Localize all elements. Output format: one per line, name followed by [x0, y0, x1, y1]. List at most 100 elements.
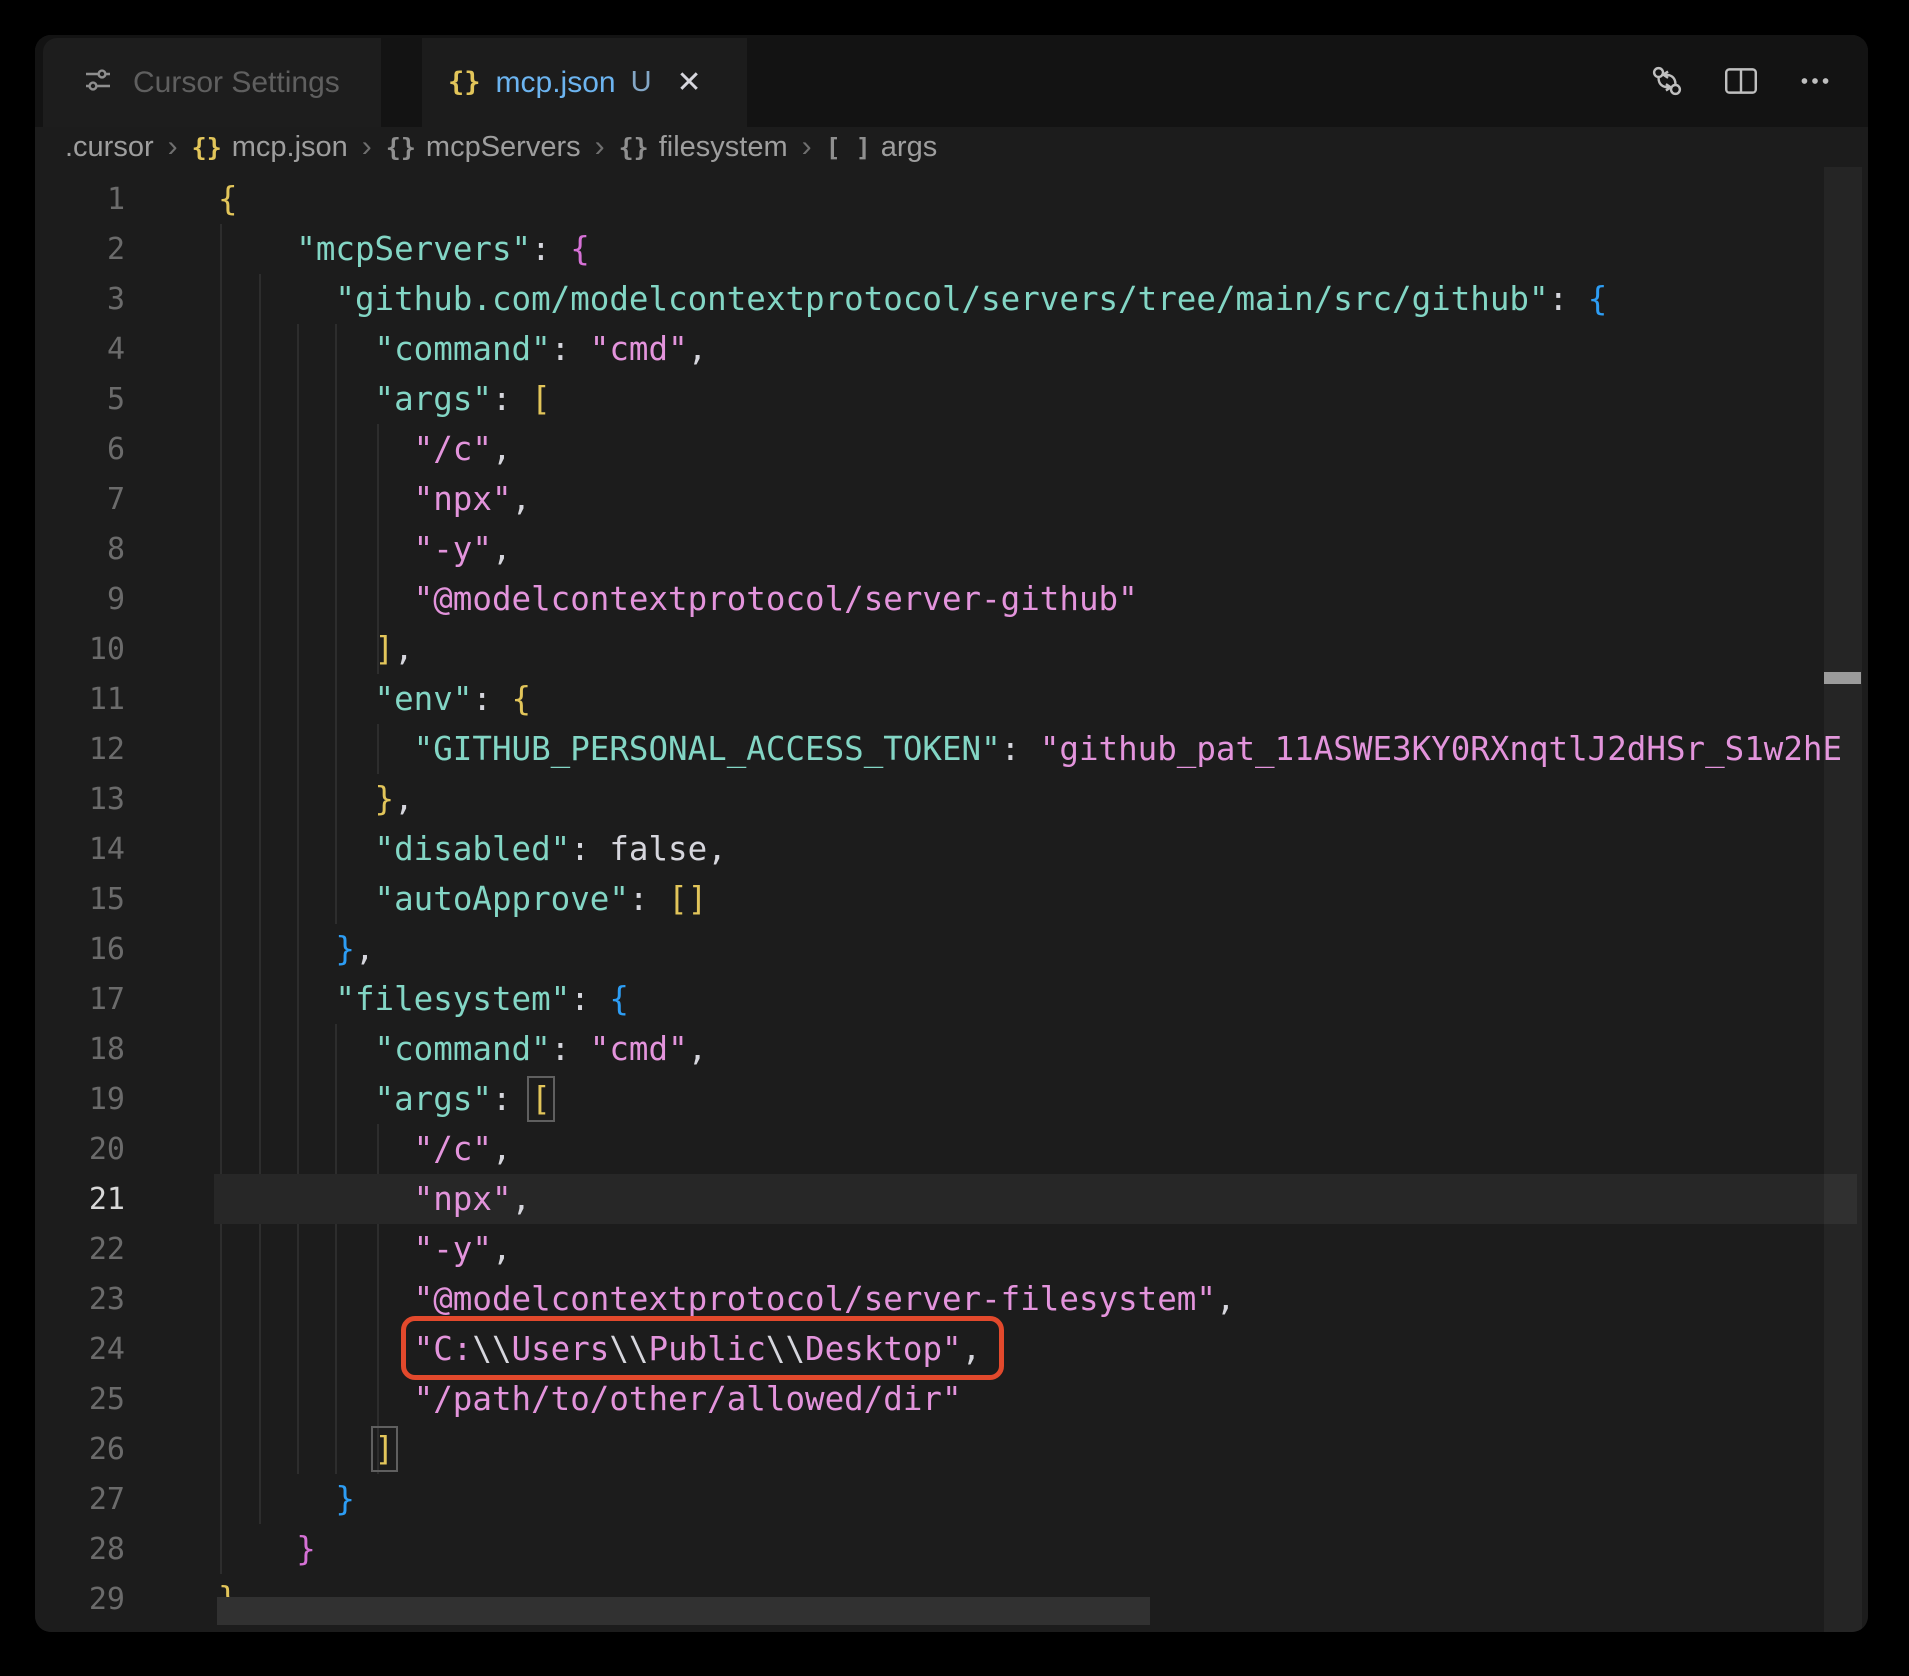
breadcrumb-label: mcp.json — [231, 130, 348, 163]
code-line: 27 } — [35, 1474, 1868, 1524]
line-content[interactable]: "/c", — [218, 430, 512, 468]
bracket-match: [ — [527, 1076, 555, 1122]
tab-bar: Cursor Settings {} mcp.json U ✕ — [35, 35, 1868, 127]
line-content[interactable]: "command": "cmd", — [218, 1030, 708, 1068]
line-content[interactable]: "github.com/modelcontextprotocol/servers… — [218, 280, 1607, 318]
breadcrumb-separator: › — [167, 130, 178, 163]
code-line: 2 "mcpServers": { — [35, 224, 1868, 274]
line-content[interactable]: ], — [218, 630, 414, 668]
breadcrumb-item-mcpServers[interactable]: {} mcpServers — [386, 131, 581, 164]
line-number: 9 — [106, 581, 125, 617]
tab-mcp-json[interactable]: {} mcp.json U ✕ — [422, 38, 747, 127]
breadcrumb-label: filesystem — [658, 130, 788, 163]
line-content[interactable]: "autoApprove": [] — [218, 880, 708, 918]
line-number: 1 — [106, 181, 125, 217]
line-number: 8 — [106, 531, 125, 567]
line-number: 23 — [88, 1281, 125, 1317]
split-editor-icon[interactable] — [1722, 62, 1760, 100]
code-line: 5 "args": [ — [35, 374, 1868, 424]
line-content[interactable]: } — [218, 1530, 316, 1568]
brackets-icon: [ ] — [825, 132, 871, 162]
line-content[interactable]: "/path/to/other/allowed/dir" — [218, 1380, 962, 1418]
vertical-scrollbar[interactable] — [1824, 167, 1862, 1632]
line-number: 30 — [35, 1632, 125, 1633]
close-icon[interactable]: ✕ — [677, 65, 702, 100]
code-line: 28 } — [35, 1524, 1868, 1574]
code-line: 25 "/path/to/other/allowed/dir" — [35, 1374, 1868, 1424]
braces-icon: {} — [385, 132, 416, 162]
code-line: 20 "/c", — [35, 1124, 1868, 1174]
line-content[interactable]: "command": "cmd", — [218, 330, 708, 368]
line-number: 20 — [88, 1131, 125, 1167]
line-number: 3 — [106, 281, 125, 317]
line-content[interactable]: "env": { — [218, 680, 532, 718]
json-braces-icon: {} — [448, 67, 481, 98]
tab-label: Cursor Settings — [133, 65, 340, 99]
line-content[interactable]: "C:\\Users\\Public\\Desktop", — [218, 1330, 982, 1368]
vertical-scrollbar-thumb[interactable] — [1824, 672, 1861, 684]
breadcrumb-item-mcpjson[interactable]: {} mcp.json — [192, 131, 348, 164]
code-line: 4 "command": "cmd", — [35, 324, 1868, 374]
open-changes-icon[interactable] — [1648, 62, 1686, 100]
line-content[interactable]: "args": [ — [218, 1076, 555, 1122]
line-content[interactable]: "GITHUB_PERSONAL_ACCESS_TOKEN": "github_… — [218, 730, 1842, 768]
line-number: 12 — [88, 731, 125, 767]
line-number: 28 — [88, 1531, 125, 1567]
line-number: 17 — [88, 981, 125, 1017]
code-line: 15 "autoApprove": [] — [35, 874, 1868, 924]
code-line: 22 "-y", — [35, 1224, 1868, 1274]
line-content[interactable]: { — [218, 180, 238, 218]
code-line: 14 "disabled": false, — [35, 824, 1868, 874]
line-number: 21 — [88, 1181, 125, 1217]
horizontal-scrollbar[interactable] — [217, 1597, 1150, 1625]
breadcrumb: .cursor › {} mcp.json › {} mcpServers › {} filesy… — [35, 127, 1868, 167]
line-number: 29 — [88, 1581, 125, 1617]
line-content[interactable]: "disabled": false, — [218, 830, 727, 868]
line-content[interactable]: "-y", — [218, 530, 512, 568]
line-number: 6 — [106, 431, 125, 467]
braces-icon: {} — [618, 132, 649, 162]
line-content[interactable]: "-y", — [218, 1230, 512, 1268]
line-content[interactable]: } — [218, 1480, 355, 1518]
editor-window: Cursor Settings {} mcp.json U ✕ .cursor … — [35, 35, 1868, 1632]
line-number: 13 — [88, 781, 125, 817]
line-number: 22 — [88, 1231, 125, 1267]
breadcrumb-item-filesystem[interactable]: {} filesystem — [619, 131, 788, 164]
line-number: 19 — [88, 1081, 125, 1117]
code-line: 8 "-y", — [35, 524, 1868, 574]
code-line: 6 "/c", — [35, 424, 1868, 474]
editor-actions — [1648, 35, 1834, 127]
tab-cursor-settings[interactable]: Cursor Settings — [43, 38, 381, 127]
line-number: 2 — [106, 231, 125, 267]
breadcrumb-label: args — [880, 130, 938, 163]
line-number: 7 — [106, 481, 125, 517]
code-line: 9 "@modelcontextprotocol/server-github" — [35, 574, 1868, 624]
line-content[interactable]: "filesystem": { — [218, 980, 629, 1018]
code-line: 12 "GITHUB_PERSONAL_ACCESS_TOKEN": "gith… — [35, 724, 1868, 774]
line-content[interactable]: "@modelcontextprotocol/server-github" — [218, 580, 1138, 618]
breadcrumb-item-args[interactable]: [ ] args — [826, 131, 938, 164]
line-number: 24 — [88, 1331, 125, 1367]
breadcrumb-item-cursor[interactable]: .cursor — [65, 131, 154, 164]
line-content[interactable]: ] — [218, 1426, 399, 1472]
line-content[interactable]: "args": [ — [218, 380, 551, 418]
line-content[interactable]: "npx", — [218, 1180, 531, 1218]
line-content[interactable]: }, — [218, 780, 414, 818]
sliders-icon — [81, 63, 115, 102]
code-line: 13 }, — [35, 774, 1868, 824]
code-line: 23 "@modelcontextprotocol/server-filesys… — [35, 1274, 1868, 1324]
line-number: 14 — [88, 831, 125, 867]
more-actions-icon[interactable] — [1796, 62, 1834, 100]
code-line: 19 "args": [ — [35, 1074, 1868, 1124]
code-line: 16 }, — [35, 924, 1868, 974]
line-number: 11 — [88, 681, 125, 717]
line-content[interactable]: "npx", — [218, 480, 531, 518]
breadcrumb-separator: › — [361, 130, 372, 163]
line-content[interactable]: "@modelcontextprotocol/server-filesystem… — [218, 1280, 1236, 1318]
code-line: 3 "github.com/modelcontextprotocol/serve… — [35, 274, 1868, 324]
line-content[interactable]: }, — [218, 930, 374, 968]
line-content[interactable]: "mcpServers": { — [218, 230, 590, 268]
braces-icon: {} — [191, 132, 222, 162]
code-line: 7 "npx", — [35, 474, 1868, 524]
line-content[interactable]: "/c", — [218, 1130, 512, 1168]
